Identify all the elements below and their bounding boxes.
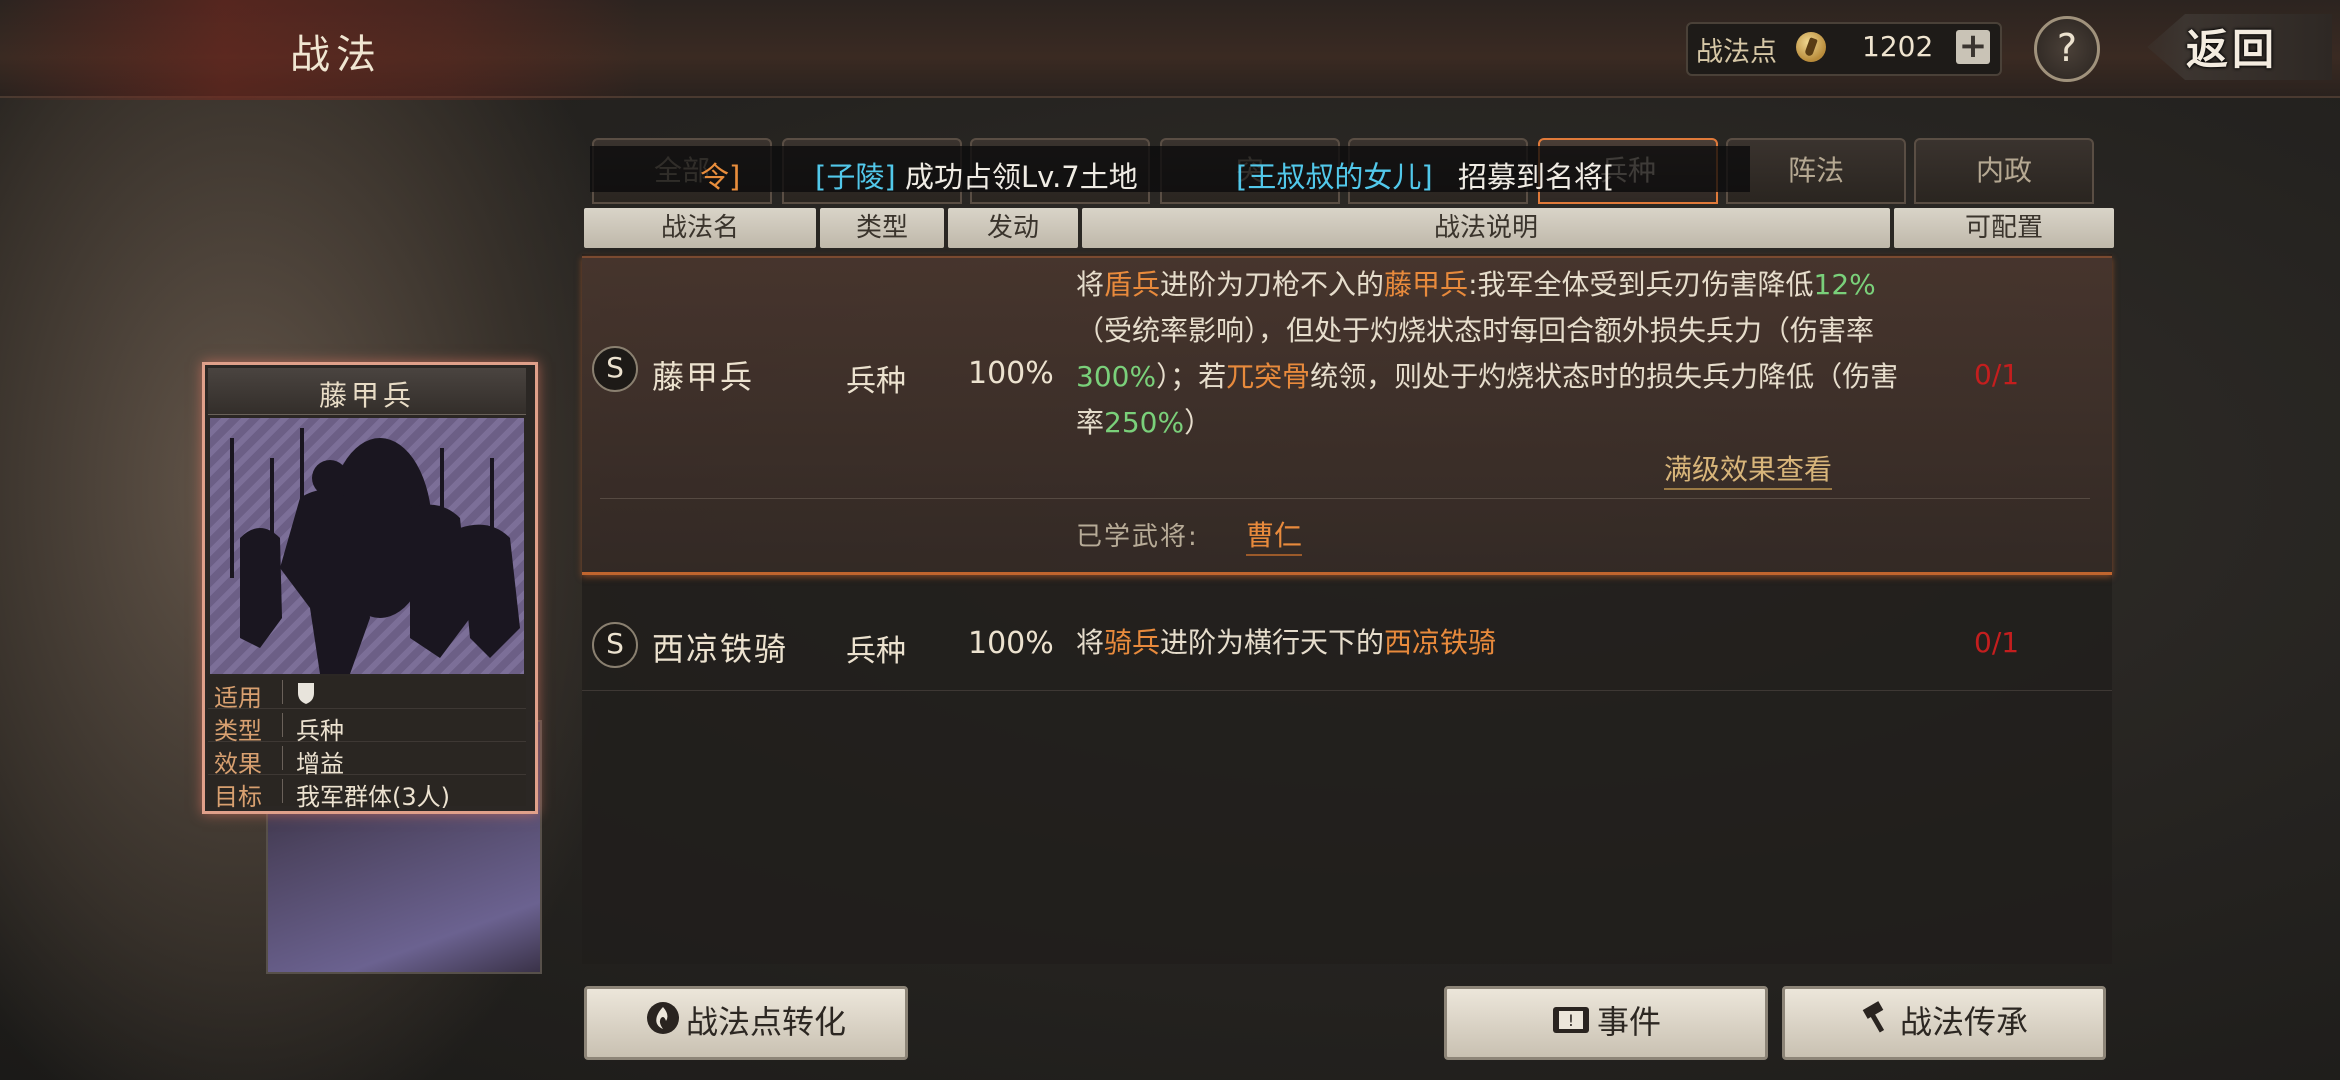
card-info-value: 我军群体(3人)	[296, 783, 450, 811]
col-header-description: 战法说明	[1082, 208, 1890, 248]
svg-text:!: !	[1568, 1011, 1574, 1030]
card-info-key: 效果	[214, 750, 262, 778]
tactic-type: 兵种	[846, 634, 906, 669]
marquee-text-1: 成功占领Lv.7土地	[905, 160, 1138, 194]
marquee-player-1: [子陵]	[815, 160, 896, 194]
card-info-row: 目标 我军群体(3人)	[208, 775, 526, 811]
help-button[interactable]: ?	[2034, 16, 2100, 82]
full-effect-link[interactable]: 满级效果查看	[1664, 448, 1833, 490]
card-title: 藤甲兵	[318, 379, 415, 412]
shield-icon	[296, 678, 316, 711]
card-info-value: 增益	[296, 750, 344, 778]
tab-formation[interactable]: 阵法	[1726, 138, 1906, 204]
grade-s-icon: S	[592, 346, 638, 392]
col-header-config: 可配置	[1894, 208, 2114, 248]
learned-general-name[interactable]: 曹仁	[1246, 514, 1303, 556]
card-info-separator	[282, 680, 283, 704]
marquee-tail-0: 令]	[700, 160, 741, 194]
events-button[interactable]: ! 事件	[1444, 986, 1768, 1060]
tactic-points-label: 战法点	[1696, 37, 1777, 68]
col-header-trigger: 发动	[948, 208, 1078, 248]
card-info-separator	[282, 746, 283, 770]
tactic-type: 兵种	[846, 364, 906, 399]
marquee-player-2: [王叔叔的女儿]	[1236, 160, 1433, 194]
add-points-button[interactable]: +	[1956, 29, 1990, 64]
tab-internal-affairs[interactable]: 内政	[1914, 138, 2094, 204]
card-info-separator	[282, 713, 283, 737]
tactic-trigger-rate: 100%	[968, 626, 1054, 661]
card-art-silhouettes	[210, 418, 524, 674]
card-info-row: 适用	[208, 676, 526, 712]
col-header-type: 类型	[820, 208, 944, 248]
tactic-description: 将盾兵进阶为刀枪不入的藤甲兵:我军全体受到兵刃伤害降低12%（受统率影响），但处…	[1076, 268, 1899, 439]
tactic-trigger-rate: 100%	[968, 356, 1054, 391]
card-info-key: 目标	[214, 783, 262, 811]
learned-generals-label: 已学武将:	[1076, 522, 1199, 552]
inherit-tactic-button[interactable]: 战法传承	[1782, 986, 2106, 1060]
page-title: 战法	[290, 32, 382, 78]
grade-s-icon: S	[592, 622, 638, 668]
hammer-icon	[1860, 991, 1894, 1057]
card-info-table: 适用 类型 兵种 效果 增益 目标 我军群体(3人)	[208, 676, 526, 811]
card-info-row: 类型 兵种	[208, 709, 526, 745]
tactic-config-count: 0/1	[1974, 358, 2020, 391]
tactic-config-count: 0/1	[1974, 626, 2020, 659]
flame-icon	[646, 991, 680, 1057]
col-header-name: 战法名	[584, 208, 816, 248]
back-button-label[interactable]: 返回	[2186, 16, 2278, 77]
tactic-points-value: 1202	[1862, 30, 1934, 63]
events-label: 事件	[1596, 1003, 1661, 1041]
convert-points-button[interactable]: 战法点转化	[584, 986, 908, 1060]
convert-points-label: 战法点转化	[685, 1003, 846, 1041]
tactic-name: 西凉铁骑	[652, 630, 789, 668]
card-info-key: 适用	[214, 684, 262, 712]
card-info-key: 类型	[214, 717, 262, 745]
scroll-icon: !	[1551, 991, 1591, 1057]
row-divider	[600, 498, 2090, 499]
card-info-row: 效果 增益	[208, 742, 526, 778]
tactic-name: 藤甲兵	[652, 358, 755, 396]
inherit-tactic-label: 战法传承	[1899, 1003, 2028, 1041]
marquee-text-2: 招募到名将[	[1458, 160, 1615, 194]
card-info-value: 兵种	[296, 717, 344, 745]
card-info-separator	[282, 779, 283, 803]
tactic-description: 将骑兵进阶为横行天下的西凉铁骑	[1076, 626, 1497, 659]
tactic-points-coin-icon	[1796, 32, 1826, 62]
